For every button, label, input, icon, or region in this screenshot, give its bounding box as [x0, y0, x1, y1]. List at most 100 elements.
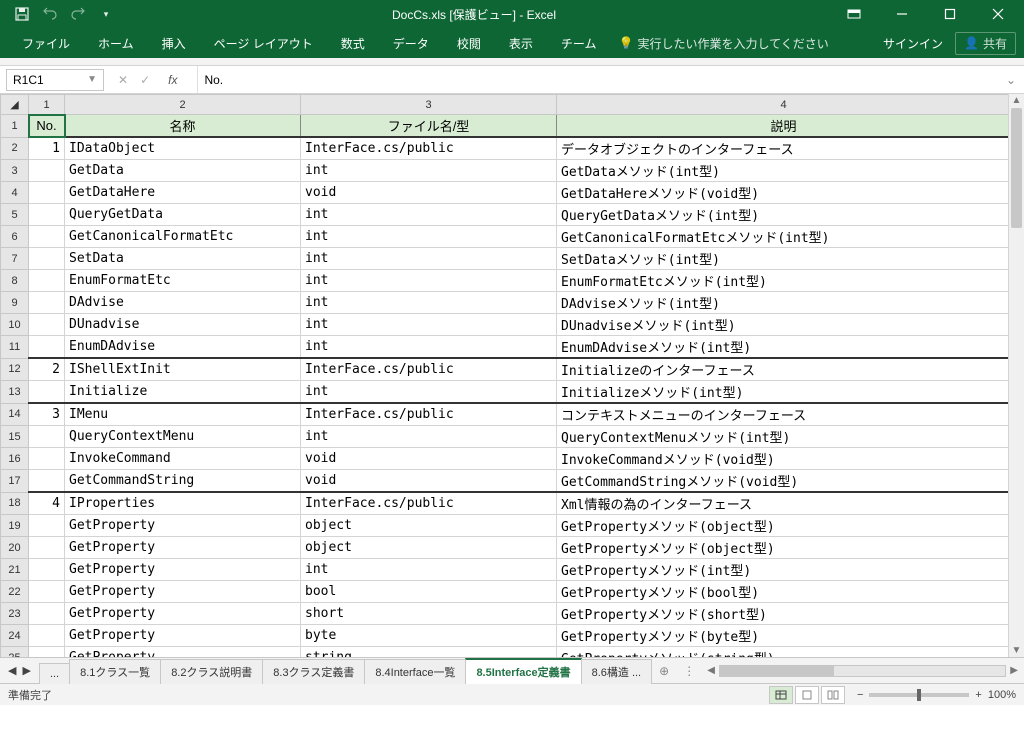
cell[interactable]: GetPropertyメソッド(object型): [557, 515, 1009, 537]
cell[interactable]: DAdviseメソッド(int型): [557, 292, 1009, 314]
sheet-tab[interactable]: 8.3クラス定義書: [262, 659, 365, 684]
cell[interactable]: GetProperty: [65, 537, 301, 559]
cell[interactable]: GetDataHereメソッド(void型): [557, 182, 1009, 204]
horizontal-scrollbar[interactable]: ◀ ▶: [701, 665, 1024, 677]
cell[interactable]: InterFace.cs/public: [301, 492, 557, 515]
cell[interactable]: [29, 426, 65, 448]
cell[interactable]: [29, 204, 65, 226]
cell[interactable]: [29, 314, 65, 336]
cell[interactable]: int: [301, 292, 557, 314]
cell[interactable]: InvokeCommandメソッド(void型): [557, 448, 1009, 470]
scroll-up-icon[interactable]: ▲: [1009, 95, 1024, 106]
cell[interactable]: GetPropertyメソッド(short型): [557, 603, 1009, 625]
cell[interactable]: void: [301, 470, 557, 493]
tab-view[interactable]: 表示: [495, 29, 547, 58]
enter-icon[interactable]: ✓: [140, 73, 150, 87]
tab-insert[interactable]: 挿入: [148, 29, 200, 58]
sheet-nav-prev-icon[interactable]: ◀: [8, 664, 16, 677]
column-header[interactable]: 3: [301, 95, 557, 115]
cell[interactable]: GetPropertyメソッド(byte型): [557, 625, 1009, 647]
cell[interactable]: GetProperty: [65, 625, 301, 647]
row-header[interactable]: 9: [1, 292, 29, 314]
row-header[interactable]: 20: [1, 537, 29, 559]
tab-team[interactable]: チーム: [547, 29, 611, 58]
cell[interactable]: GetPropertyメソッド(string型): [557, 647, 1009, 658]
qat-more-icon[interactable]: ▾: [96, 4, 116, 24]
cell[interactable]: DAdvise: [65, 292, 301, 314]
select-all-corner[interactable]: ◢: [1, 95, 29, 115]
save-icon[interactable]: [12, 4, 32, 24]
cell[interactable]: int: [301, 336, 557, 359]
cell[interactable]: [29, 537, 65, 559]
sheet-tab[interactable]: 8.5Interface定義書: [465, 658, 581, 684]
cell[interactable]: GetProperty: [65, 647, 301, 658]
cell[interactable]: int: [301, 248, 557, 270]
cell[interactable]: [29, 292, 65, 314]
row-header[interactable]: 4: [1, 182, 29, 204]
expand-formula-bar-icon[interactable]: ⌄: [998, 73, 1024, 87]
grid-table[interactable]: ◢ 1 2 3 4 1 No. 名称 ファイル名/型 説明 21IDataObj…: [0, 94, 1008, 657]
cell[interactable]: GetDataメソッド(int型): [557, 160, 1009, 182]
cell[interactable]: object: [301, 537, 557, 559]
cell[interactable]: GetCanonicalFormatEtc: [65, 226, 301, 248]
sheet-tab[interactable]: 8.4Interface一覧: [364, 659, 466, 684]
cell[interactable]: QueryGetData: [65, 204, 301, 226]
row-header[interactable]: 3: [1, 160, 29, 182]
cell[interactable]: int: [301, 559, 557, 581]
name-box[interactable]: R1C1 ▼: [6, 69, 104, 91]
cell[interactable]: GetDataHere: [65, 182, 301, 204]
row-header[interactable]: 13: [1, 381, 29, 404]
cell[interactable]: DUnadviseメソッド(int型): [557, 314, 1009, 336]
cell[interactable]: GetProperty: [65, 515, 301, 537]
cell[interactable]: GetCommandString: [65, 470, 301, 493]
column-header[interactable]: 1: [29, 95, 65, 115]
cell[interactable]: bool: [301, 581, 557, 603]
cell[interactable]: InvokeCommand: [65, 448, 301, 470]
sheet-tab[interactable]: ...: [39, 663, 70, 684]
cell[interactable]: EnumFormatEtc: [65, 270, 301, 292]
cell[interactable]: コンテキストメニューのインターフェース: [557, 403, 1009, 426]
add-sheet-button[interactable]: ⊕: [651, 664, 677, 678]
cell[interactable]: EnumFormatEtcメソッド(int型): [557, 270, 1009, 292]
cell[interactable]: DUnadvise: [65, 314, 301, 336]
cell[interactable]: [29, 270, 65, 292]
cell[interactable]: byte: [301, 625, 557, 647]
cell[interactable]: GetCanonicalFormatEtcメソッド(int型): [557, 226, 1009, 248]
fx-icon[interactable]: fx: [162, 73, 183, 87]
cell[interactable]: GetPropertyメソッド(bool型): [557, 581, 1009, 603]
cell[interactable]: GetProperty: [65, 559, 301, 581]
row-header[interactable]: 7: [1, 248, 29, 270]
zoom-slider[interactable]: [869, 693, 969, 697]
share-button[interactable]: 👤 共有: [955, 32, 1016, 55]
minimize-button[interactable]: [880, 0, 924, 28]
row-header[interactable]: 25: [1, 647, 29, 658]
scrollbar-thumb[interactable]: [1011, 108, 1022, 228]
cell[interactable]: 2: [29, 358, 65, 381]
cell[interactable]: InterFace.cs/public: [301, 358, 557, 381]
cell[interactable]: int: [301, 314, 557, 336]
row-header[interactable]: 11: [1, 336, 29, 359]
row-header[interactable]: 10: [1, 314, 29, 336]
cell[interactable]: ファイル名/型: [301, 115, 557, 138]
row-header[interactable]: 19: [1, 515, 29, 537]
cell[interactable]: int: [301, 226, 557, 248]
cell[interactable]: EnumDAdviseメソッド(int型): [557, 336, 1009, 359]
cell[interactable]: [29, 470, 65, 493]
row-header[interactable]: 21: [1, 559, 29, 581]
cell[interactable]: SetDataメソッド(int型): [557, 248, 1009, 270]
cell[interactable]: [29, 248, 65, 270]
cell[interactable]: Initialize: [65, 381, 301, 404]
cell[interactable]: 4: [29, 492, 65, 515]
cell[interactable]: int: [301, 381, 557, 404]
scroll-right-icon[interactable]: ▶: [1010, 665, 1018, 676]
cell[interactable]: IDataObject: [65, 137, 301, 160]
row-header[interactable]: 8: [1, 270, 29, 292]
cell[interactable]: QueryContextMenu: [65, 426, 301, 448]
tab-file[interactable]: ファイル: [8, 29, 84, 58]
tab-pagelayout[interactable]: ページ レイアウト: [200, 29, 327, 58]
redo-icon[interactable]: [68, 4, 88, 24]
cell-active[interactable]: No.: [29, 115, 65, 138]
cell[interactable]: GetData: [65, 160, 301, 182]
cell[interactable]: IShellExtInit: [65, 358, 301, 381]
cell[interactable]: void: [301, 448, 557, 470]
